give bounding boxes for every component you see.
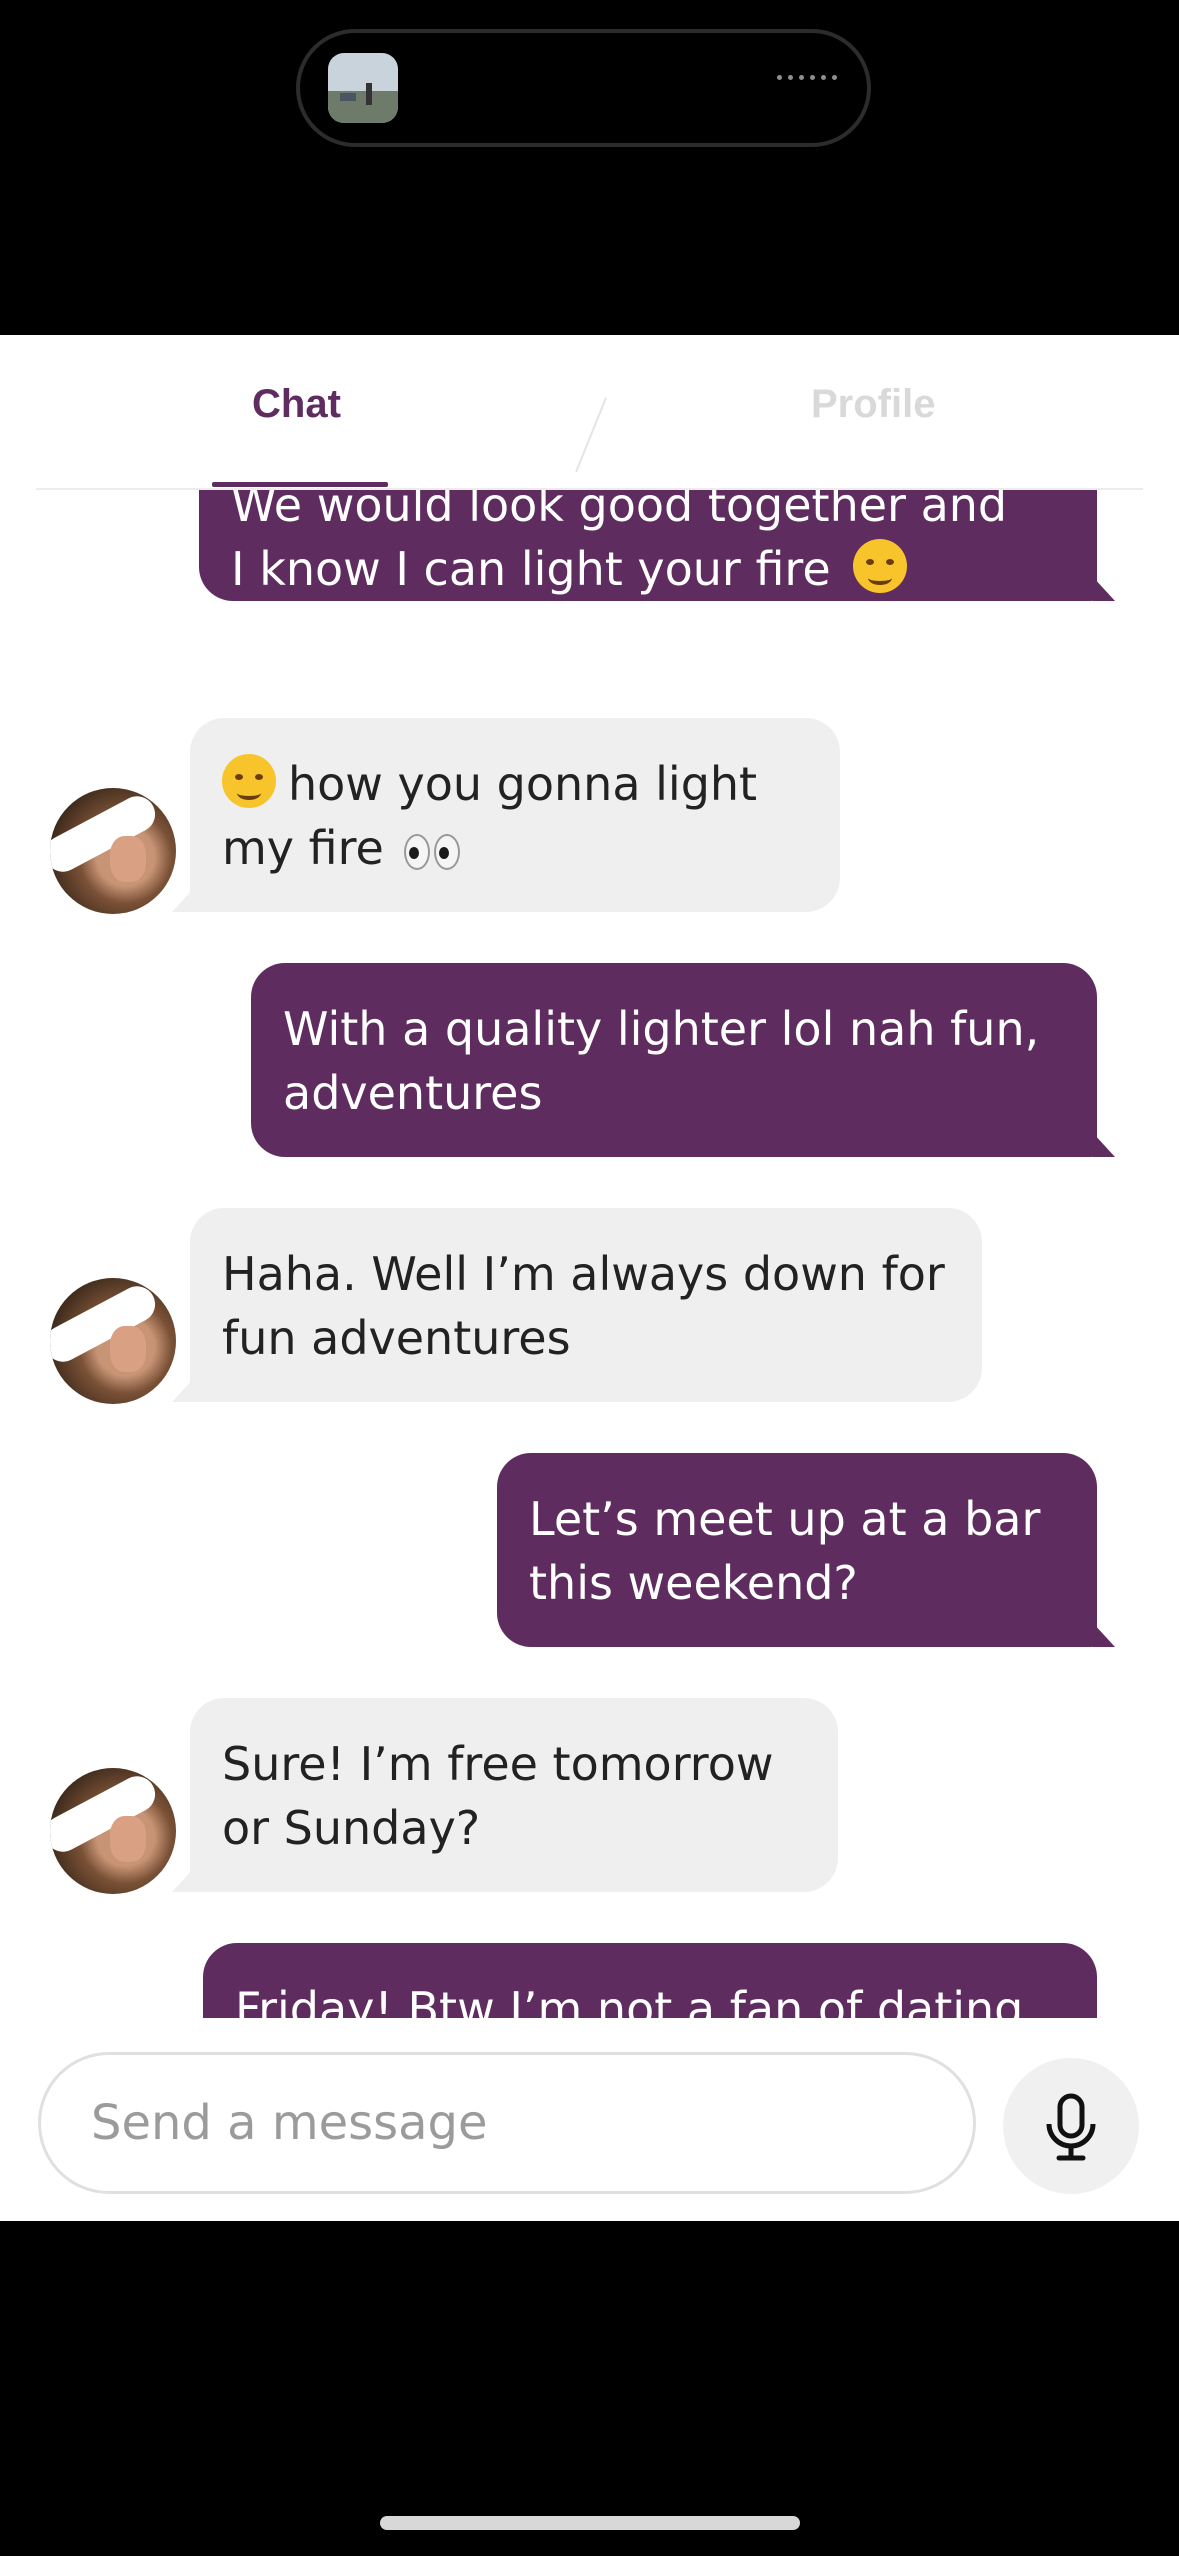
eyes-icon [404,834,461,870]
message-composer: Send a message [0,2018,1179,2221]
message-text-line: fun adventures [222,1311,571,1365]
message-text-line: or Sunday? [222,1801,481,1855]
message-text-line: Sure! I’m free tomorrow [222,1737,774,1791]
microphone-button[interactable] [1003,2058,1139,2194]
avatar[interactable] [50,788,176,914]
winking-face-icon [853,539,908,593]
dynamic-island[interactable] [296,29,871,147]
avatar[interactable] [50,1278,176,1404]
received-message[interactable]: Sure! I’m free tomorrow or Sunday? [172,1698,838,1892]
sent-message[interactable]: With a quality lighter lol nah fun, adve… [251,963,1115,1157]
message-text-line: I know I can light your fire [231,542,831,596]
chat-panel: Chat Profile We would look good together… [0,335,1179,2221]
message-text-line: With a quality lighter lol nah fun, [283,1002,1040,1056]
active-tab-indicator [212,482,388,487]
tab-divider [36,488,1143,490]
microphone-icon [1046,2093,1096,2161]
sent-message[interactable]: Let’s meet up at a bar this weekend? [497,1453,1115,1647]
message-text-line: my fire [222,821,384,875]
message-text-line: Let’s meet up at a bar [529,1492,1041,1546]
message-text-line: adventures [283,1066,543,1120]
tab-separator [575,397,607,473]
tab-bar: Chat Profile [0,335,1179,490]
tab-chat[interactable]: Chat [252,382,341,427]
home-indicator[interactable] [380,2516,800,2530]
activity-indicator [777,75,837,80]
live-activity-thumbnail [328,53,398,123]
tab-profile[interactable]: Profile [811,382,935,427]
received-message[interactable]: Haha. Well I’m always down for fun adven… [172,1208,982,1402]
message-text-line: how you gonna light [288,757,758,811]
smirking-face-icon [222,754,276,808]
received-message[interactable]: how you gonna light my fire [172,718,840,912]
message-text-line: Haha. Well I’m always down for [222,1247,945,1301]
message-text-line: this weekend? [529,1556,858,1610]
message-input[interactable]: Send a message [38,2052,976,2194]
avatar[interactable] [50,1768,176,1894]
